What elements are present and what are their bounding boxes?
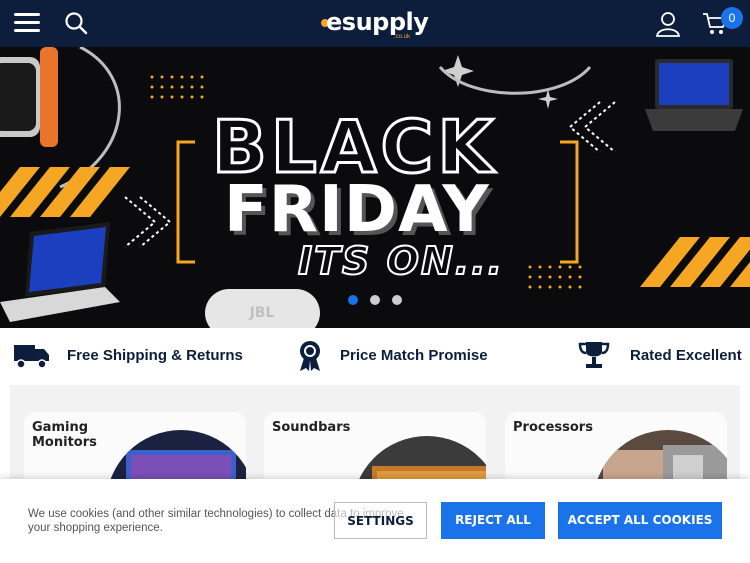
usp-free-shipping[interactable]: Free Shipping & Returns bbox=[14, 328, 264, 383]
speaker-image: JBL bbox=[205, 289, 320, 328]
account-icon[interactable] bbox=[655, 11, 681, 37]
hero-tagline: ITS ON... bbox=[297, 238, 505, 284]
hero-banner[interactable]: JBL BLACK FRIDAY ITS ON... bbox=[0, 47, 750, 328]
trophy-icon bbox=[578, 342, 610, 368]
svg-text:JBL: JBL bbox=[249, 305, 275, 321]
carousel-dot-2[interactable] bbox=[370, 295, 380, 305]
reject-all-button[interactable]: REJECT ALL bbox=[441, 502, 545, 539]
truck-icon bbox=[14, 345, 49, 369]
award-ribbon-icon bbox=[300, 341, 320, 371]
usp-label: Rated Excellent bbox=[630, 347, 742, 364]
cart-count-badge: 0 bbox=[721, 7, 743, 29]
usp-label: Free Shipping & Returns bbox=[67, 347, 243, 364]
site-header: esupply .co.uk 0 bbox=[0, 0, 750, 47]
hero-headline-friday: FRIDAY bbox=[224, 173, 490, 247]
smartwatch-image bbox=[0, 47, 58, 147]
usp-bar: Free Shipping & Returns Price Match Prom… bbox=[0, 328, 750, 383]
carousel-dot-3[interactable] bbox=[392, 295, 402, 305]
accept-all-cookies-button[interactable]: ACCEPT ALL COOKIES bbox=[558, 502, 722, 539]
menu-icon[interactable] bbox=[14, 12, 40, 34]
laptop-image-left bbox=[0, 222, 120, 322]
category-title: Processors bbox=[513, 420, 593, 435]
usp-rated-excellent[interactable]: Rated Excellent bbox=[578, 328, 750, 383]
cookie-banner: We use cookies (and other similar techno… bbox=[0, 479, 750, 563]
category-title: Gaming Monitors bbox=[32, 420, 97, 450]
search-icon[interactable] bbox=[64, 11, 88, 35]
logo-text: esupply bbox=[326, 8, 429, 36]
category-title: Soundbars bbox=[272, 420, 351, 435]
cookie-settings-button[interactable]: SETTINGS bbox=[334, 502, 427, 539]
carousel-dot-1[interactable] bbox=[348, 295, 358, 305]
laptop-image-right bbox=[645, 59, 743, 131]
usp-price-match[interactable]: Price Match Promise bbox=[298, 328, 508, 383]
esupply-logo[interactable]: esupply .co.uk bbox=[320, 6, 430, 40]
usp-label: Price Match Promise bbox=[340, 347, 488, 364]
logo-domain: .co.uk bbox=[394, 34, 411, 40]
